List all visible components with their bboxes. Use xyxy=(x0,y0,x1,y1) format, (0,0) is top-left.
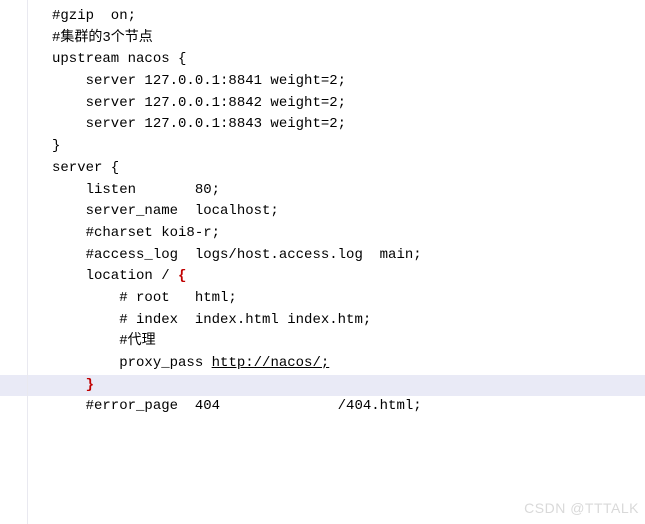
line-gutter xyxy=(0,0,28,524)
code-text: proxy_pass xyxy=(52,355,212,371)
code-line: listen 80; xyxy=(0,180,645,202)
code-line: upstream nacos { xyxy=(0,49,645,71)
code-line: server 127.0.0.1:8842 weight=2; xyxy=(0,93,645,115)
brace-close: } xyxy=(86,377,94,393)
code-line: server 127.0.0.1:8841 weight=2; xyxy=(0,71,645,93)
code-line: #集群的3个节点 xyxy=(0,28,645,50)
code-line: proxy_pass http://nacos/; xyxy=(0,353,645,375)
code-text xyxy=(52,377,86,393)
code-line: } xyxy=(0,136,645,158)
brace-open: { xyxy=(178,268,186,284)
watermark: CSDN @TTTALK xyxy=(524,498,639,520)
code-line: server { xyxy=(0,158,645,180)
code-line: # root html; xyxy=(0,288,645,310)
code-line: # index index.html index.htm; xyxy=(0,310,645,332)
code-line: #access_log logs/host.access.log main; xyxy=(0,245,645,267)
code-text: location / xyxy=(52,268,178,284)
url-link: http://nacos/; xyxy=(212,355,330,371)
code-line: server_name localhost; xyxy=(0,201,645,223)
code-line: #代理 xyxy=(0,331,645,353)
code-line: #error_page 404 /404.html; xyxy=(0,396,645,418)
code-line: #gzip on; xyxy=(0,6,645,28)
code-line: location / { xyxy=(0,266,645,288)
code-block: #gzip on; #集群的3个节点 upstream nacos { serv… xyxy=(0,0,645,418)
code-line: #charset koi8-r; xyxy=(0,223,645,245)
code-line-highlight: } xyxy=(0,375,645,397)
code-line: server 127.0.0.1:8843 weight=2; xyxy=(0,114,645,136)
